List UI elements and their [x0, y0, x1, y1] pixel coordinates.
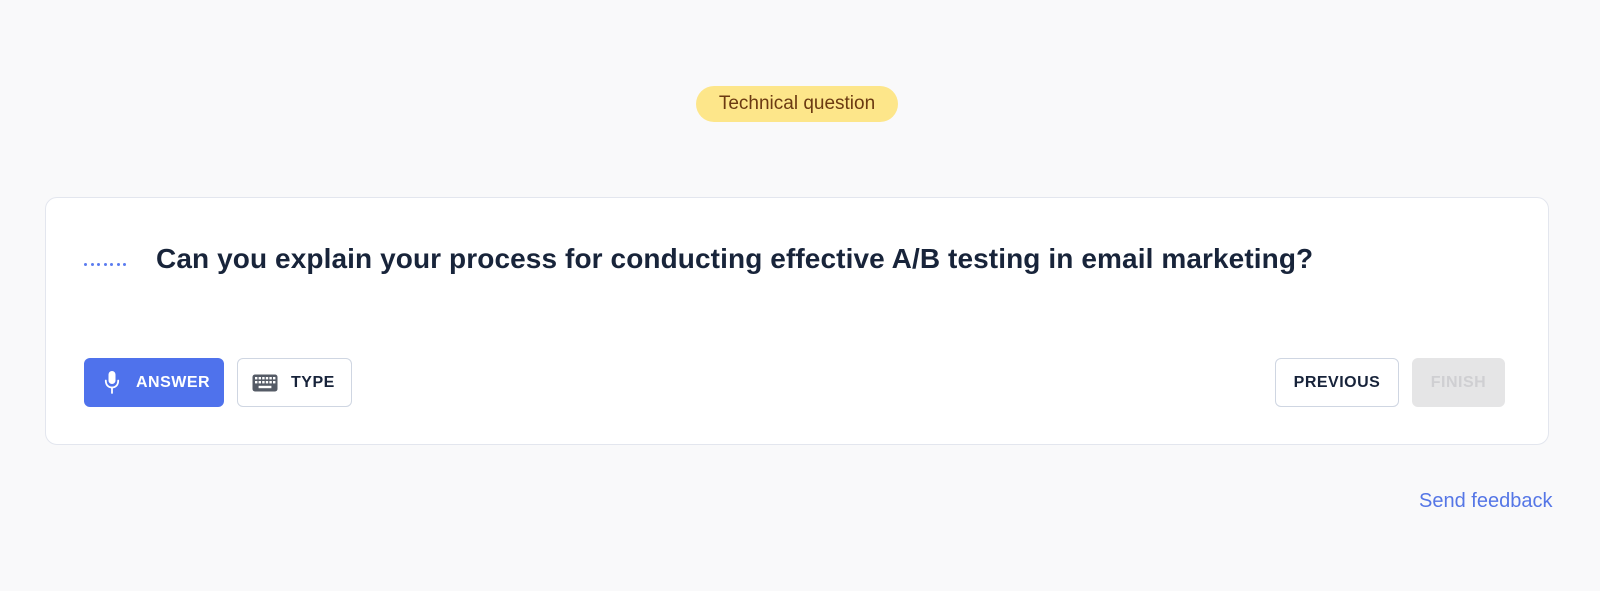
dotted-line-icon	[84, 262, 126, 266]
type-button-label: TYPE	[291, 373, 335, 391]
answer-button[interactable]: ANSWER	[84, 358, 224, 407]
answer-button-label: ANSWER	[136, 373, 211, 391]
question-type-badge: Technical question	[696, 86, 898, 122]
type-button[interactable]: TYPE	[237, 358, 352, 407]
previous-button-label: PREVIOUS	[1293, 373, 1381, 391]
question-text: Can you explain your process for conduct…	[156, 243, 1314, 274]
finish-button[interactable]: FINISH	[1412, 358, 1505, 407]
previous-button[interactable]: PREVIOUS	[1275, 358, 1399, 407]
question-card: Can you explain your process for conduct…	[45, 197, 1549, 445]
finish-button-label: FINISH	[1430, 373, 1487, 391]
microphone-icon	[104, 371, 120, 394]
keyboard-icon	[252, 374, 278, 392]
send-feedback-link[interactable]: Send feedback	[1419, 490, 1552, 513]
